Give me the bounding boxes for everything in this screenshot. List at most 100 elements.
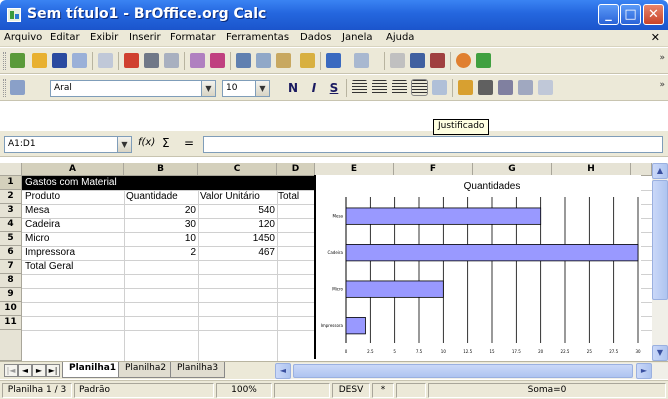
checkmark-icon[interactable] [476, 53, 491, 68]
cell-c4[interactable]: 120 [198, 218, 277, 232]
styles-icon[interactable] [10, 80, 25, 95]
column-header-c[interactable]: C [198, 163, 277, 176]
cell-a2[interactable]: Produto [23, 190, 62, 204]
toolbar-more-icon[interactable]: » [659, 53, 665, 63]
open-folder-icon[interactable] [32, 53, 47, 68]
percent-format-icon[interactable] [478, 80, 493, 95]
function-wizard-icon[interactable]: f(x) [138, 137, 155, 148]
sort-descending-icon[interactable] [430, 53, 445, 68]
cell-b4[interactable]: 30 [124, 218, 198, 232]
menu-editar[interactable]: Editar [50, 32, 80, 43]
row-header-11[interactable]: 11 [0, 316, 22, 330]
font-name-dropdown-icon[interactable]: ▼ [201, 80, 216, 97]
status-zoom[interactable]: 100% [216, 383, 272, 398]
row-header-9[interactable]: 9 [0, 288, 22, 302]
menu-janela[interactable]: Janela [342, 32, 372, 43]
column-header-b[interactable]: B [124, 163, 198, 176]
autospellcheck-icon[interactable] [210, 53, 225, 68]
edit-file-icon[interactable] [98, 53, 113, 68]
cell-c2[interactable]: Valor Unitário [198, 190, 262, 204]
new-document-icon[interactable] [10, 53, 25, 68]
select-all-corner[interactable] [0, 163, 22, 176]
close-button[interactable]: ✕ [643, 4, 664, 25]
scroll-right-icon[interactable]: ► [636, 363, 652, 379]
horizontal-scroll-thumb[interactable] [293, 364, 633, 378]
cell-c6[interactable]: 467 [198, 246, 277, 260]
bold-button[interactable]: N [285, 80, 301, 96]
hyperlink-icon[interactable] [390, 53, 405, 68]
menu-formatar[interactable]: Formatar [170, 32, 215, 43]
status-page-style[interactable]: Padrão [74, 383, 214, 398]
row-header-10[interactable]: 10 [0, 302, 22, 316]
cell-a3[interactable]: Mesa [23, 204, 51, 218]
tab-planilha1[interactable]: Planilha1 [62, 362, 124, 378]
row-header-1[interactable]: 1 [0, 176, 22, 190]
menu-ferramentas[interactable]: Ferramentas [226, 32, 289, 43]
last-sheet-icon[interactable]: ►| [46, 364, 60, 377]
merge-cells-icon[interactable] [432, 80, 447, 95]
print-icon[interactable] [144, 53, 159, 68]
menu-exibir[interactable]: Exibir [90, 32, 118, 43]
quantities-chart[interactable]: Quantidades 0 2.5 5 7.5 10 12.5 15 17.5 20 22.5 25 2… [314, 175, 641, 359]
row-header-6[interactable]: 6 [0, 246, 22, 260]
delete-decimal-icon[interactable] [538, 80, 553, 95]
function-icon[interactable]: = [184, 136, 194, 150]
vertical-scroll-thumb[interactable] [652, 180, 668, 300]
justify-icon[interactable] [411, 79, 428, 96]
tab-planilha2[interactable]: Planilha2 [118, 362, 174, 378]
chart-icon[interactable] [456, 53, 471, 68]
minimize-button[interactable]: _ [598, 4, 619, 25]
name-box[interactable]: A1:D1 [4, 136, 118, 153]
font-size-dropdown-icon[interactable]: ▼ [255, 80, 270, 97]
status-sum[interactable]: Soma=0 [428, 383, 666, 398]
undo-icon[interactable] [326, 53, 341, 68]
copy-icon[interactable] [256, 53, 271, 68]
cell-a5[interactable]: Micro [23, 232, 51, 246]
sum-icon[interactable]: Σ [162, 136, 170, 150]
menu-arquivo[interactable]: Arquivo [4, 32, 42, 43]
print-preview-icon[interactable] [164, 53, 179, 68]
font-size-input[interactable]: 10 [222, 80, 256, 97]
row-header-2[interactable]: 2 [0, 190, 22, 204]
spellcheck-icon[interactable] [190, 53, 205, 68]
sort-ascending-icon[interactable] [410, 53, 425, 68]
scroll-down-icon[interactable]: ▼ [652, 345, 668, 361]
toolbar-grip[interactable] [3, 52, 6, 70]
row-header-8[interactable]: 8 [0, 274, 22, 288]
align-right-icon[interactable] [392, 80, 407, 95]
name-box-dropdown-icon[interactable]: ▼ [117, 136, 132, 153]
prev-sheet-icon[interactable]: ◄ [18, 364, 32, 377]
format-paintbrush-icon[interactable] [300, 53, 315, 68]
spreadsheet-grid[interactable]: A B C D E F G H 1 2 3 4 5 6 7 8 9 10 11 … [0, 163, 668, 361]
scroll-left-icon[interactable]: ◄ [275, 363, 291, 379]
menu-ajuda[interactable]: Ajuda [386, 32, 414, 43]
paste-icon[interactable] [276, 53, 291, 68]
horizontal-scrollbar[interactable]: ◄ ► [275, 363, 668, 379]
document-close-icon[interactable]: ✕ [651, 31, 660, 44]
row-header-3[interactable]: 3 [0, 204, 22, 218]
redo-icon[interactable] [354, 53, 369, 68]
font-name-input[interactable]: Aral [50, 80, 202, 97]
row-header-7[interactable]: 7 [0, 260, 22, 274]
toolbar-more-icon[interactable]: » [659, 80, 665, 90]
status-selection-mode[interactable]: DESV [332, 383, 370, 398]
first-sheet-icon[interactable]: |◄ [4, 364, 18, 377]
align-left-icon[interactable] [352, 80, 367, 95]
cell-b6[interactable]: 2 [124, 246, 198, 260]
cell-a7[interactable]: Total Geral [23, 260, 75, 274]
align-center-icon[interactable] [372, 80, 387, 95]
underline-button[interactable]: S [326, 80, 342, 96]
italic-button[interactable]: I [306, 80, 322, 96]
cell-a6[interactable]: Impressora [23, 246, 77, 260]
tab-planilha3[interactable]: Planilha3 [170, 362, 226, 378]
row-header-5[interactable]: 5 [0, 232, 22, 246]
maximize-button[interactable]: □ [620, 4, 641, 25]
vertical-scrollbar[interactable]: ▲ ▼ [652, 163, 668, 361]
toolbar-grip[interactable] [3, 79, 6, 97]
cell-a4[interactable]: Cadeira [23, 218, 62, 232]
cell-c5[interactable]: 1450 [198, 232, 277, 246]
currency-format-icon[interactable] [458, 80, 473, 95]
scroll-up-icon[interactable]: ▲ [652, 163, 668, 179]
add-decimal-icon[interactable] [518, 80, 533, 95]
column-header-a[interactable]: A [22, 163, 124, 176]
